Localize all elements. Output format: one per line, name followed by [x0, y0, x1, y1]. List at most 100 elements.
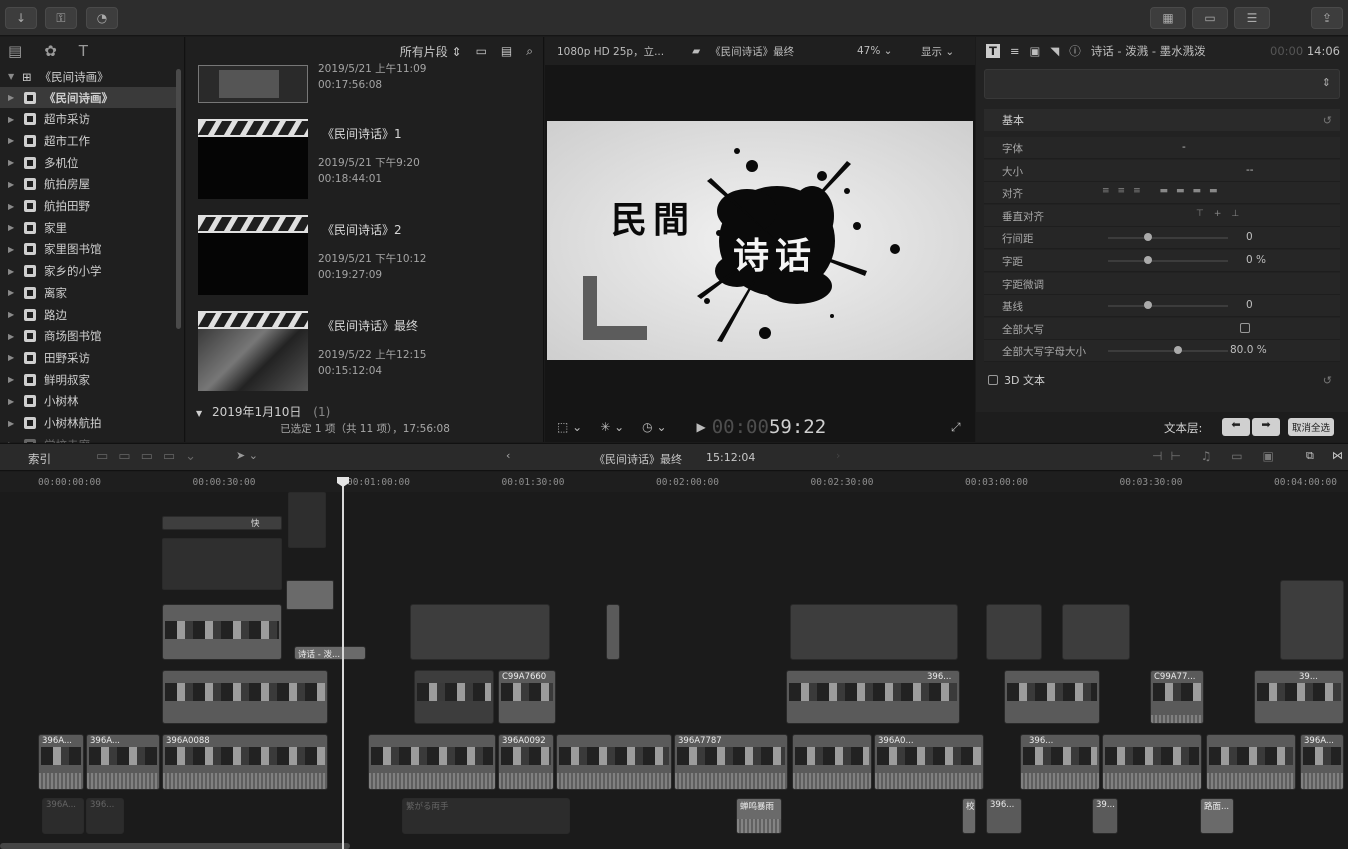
- clip-thumbnail[interactable]: [198, 233, 308, 295]
- back-arrow-icon[interactable]: ‹: [506, 449, 510, 462]
- effects-browser-icon[interactable]: ⋈: [1332, 449, 1343, 462]
- disclosure-icon[interactable]: ▶: [8, 93, 18, 102]
- inspector-param-row[interactable]: 全部大写字母大小 80.0 %: [984, 340, 1340, 363]
- disclosure-icon[interactable]: ▶: [8, 375, 18, 384]
- disclosure-icon[interactable]: ▶: [8, 310, 18, 319]
- audio-clip[interactable]: 39...: [1092, 798, 1118, 834]
- clip-title[interactable]: 《民间诗话》1: [322, 125, 402, 142]
- sidebar-event-item[interactable]: ▶ 路边: [0, 304, 178, 325]
- sidebar-event-item[interactable]: ▶ 家乡的小学: [0, 261, 178, 282]
- disclosure-icon[interactable]: ▶: [8, 245, 18, 254]
- param-slider[interactable]: [1108, 346, 1228, 355]
- disclosure-icon[interactable]: ▶: [8, 267, 18, 276]
- timeline-scrollbar[interactable]: [0, 843, 350, 849]
- sidebar-event-item[interactable]: ▶ 离家: [0, 282, 178, 303]
- titles-icon[interactable]: T: [79, 42, 88, 60]
- audio-clip[interactable]: 繁がる両手: [402, 798, 570, 834]
- video-frame[interactable]: 民間 诗话: [547, 121, 973, 360]
- background-tasks-button[interactable]: ◔: [86, 7, 118, 29]
- connected-clip[interactable]: [790, 604, 958, 660]
- audio-clip[interactable]: 396...: [86, 798, 124, 834]
- sidebar-event-item[interactable]: ▶ 航拍房屋: [0, 174, 178, 195]
- playhead[interactable]: [342, 477, 344, 849]
- retime-menu[interactable]: ◷ ⌄: [642, 420, 666, 434]
- param-slider[interactable]: [1108, 301, 1228, 310]
- connected-clip[interactable]: [986, 604, 1042, 660]
- enhance-menu[interactable]: ✳ ⌄: [600, 420, 624, 434]
- inspector-param-row[interactable]: 基线 0: [984, 295, 1340, 318]
- timeline-view-icons[interactable]: ⊣⊢ ♫ ▭ ▣: [1152, 449, 1282, 463]
- primary-clip[interactable]: 396A0088: [162, 734, 328, 790]
- sidebar-event-item[interactable]: ▶ 田野采访: [0, 347, 178, 368]
- disclosure-icon[interactable]: ▼: [8, 72, 18, 81]
- sidebar-event-item[interactable]: ▶ 超市工作: [0, 130, 178, 151]
- inspector-param-row[interactable]: 字距 0 %: [984, 250, 1340, 272]
- clip-thumbnail[interactable]: [198, 65, 308, 103]
- color-inspector-icon[interactable]: ◥: [1050, 44, 1059, 58]
- connected-clip[interactable]: C99A77...: [1150, 670, 1204, 724]
- view-menu[interactable]: 显示 ⌄: [921, 44, 954, 59]
- connected-clip[interactable]: [414, 670, 494, 724]
- sidebar-event-item[interactable]: ▶ 小树林航拍: [0, 413, 178, 434]
- connected-clip[interactable]: [1280, 580, 1344, 660]
- title-clip[interactable]: 诗话 - 泼...: [294, 646, 366, 660]
- connected-clip[interactable]: [1004, 670, 1100, 724]
- disclosure-icon[interactable]: ▶: [8, 419, 18, 428]
- sidebar-event-item[interactable]: ▶ 多机位: [0, 152, 178, 173]
- keyword-button[interactable]: ⚿: [45, 7, 77, 29]
- primary-clip[interactable]: [368, 734, 496, 790]
- prev-layer-button[interactable]: ⬅: [1222, 418, 1250, 436]
- next-layer-button[interactable]: ➡: [1252, 418, 1280, 436]
- inspector-param-row[interactable]: 字体 -: [984, 137, 1340, 159]
- primary-clip[interactable]: 396A0...: [874, 734, 984, 790]
- section-face[interactable]: [984, 399, 1340, 407]
- transform-menu[interactable]: ⬚ ⌄: [557, 420, 582, 434]
- inspector-param-row[interactable]: 垂直对齐 ⊤+⊥: [984, 204, 1340, 227]
- connected-clip[interactable]: 39...: [1254, 670, 1344, 724]
- connected-clip[interactable]: [286, 580, 334, 610]
- primary-clip[interactable]: 396A...: [38, 734, 84, 790]
- sidebar-event-item[interactable]: ▶ 家里: [0, 217, 178, 238]
- timecode-display[interactable]: 00:0059:22: [712, 416, 826, 438]
- param-value[interactable]: -: [1182, 141, 1186, 153]
- section-3d-text[interactable]: 3D 文本 ↺: [984, 369, 1340, 391]
- audio-clip[interactable]: 396A...: [42, 798, 84, 834]
- primary-clip[interactable]: 396A...: [1300, 734, 1344, 790]
- inspector-param-row[interactable]: 行间距 0: [984, 227, 1340, 250]
- timeline-ruler[interactable]: 00:00:00:00 00:00:30:00 00:01:00:00 00:01:3…: [0, 472, 1348, 492]
- text-style-preset-menu[interactable]: ⇕: [984, 69, 1340, 99]
- inspector-param-row[interactable]: 对齐 ≡≡≡ ▬▬▬▬: [984, 182, 1340, 205]
- section-basic[interactable]: 基本 ↺: [984, 109, 1340, 131]
- inspector-param-row[interactable]: 字距微调: [984, 272, 1340, 295]
- share-button[interactable]: ⇪: [1311, 7, 1343, 29]
- disclosure-icon[interactable]: ▶: [8, 136, 18, 145]
- audio-clip[interactable]: 396...: [986, 798, 1022, 834]
- clip-thumbnail[interactable]: [198, 329, 308, 391]
- clip-appearance-icon[interactable]: ⧉: [1306, 449, 1314, 463]
- primary-clip[interactable]: [1206, 734, 1296, 790]
- clip-filter[interactable]: 所有片段 ⇕: [400, 43, 462, 60]
- browser-toggle-button[interactable]: ▦: [1150, 7, 1186, 29]
- library-icon[interactable]: ▤: [8, 42, 22, 60]
- index-button[interactable]: 索引: [28, 451, 51, 467]
- param-value[interactable]: 0 %: [1246, 254, 1266, 266]
- import-button[interactable]: ↓: [5, 7, 37, 29]
- audio-clip[interactable]: 蝉鸣暴雨: [736, 798, 782, 834]
- disclosure-icon[interactable]: ▶: [8, 288, 18, 297]
- connected-clip[interactable]: [162, 670, 328, 724]
- clip-title[interactable]: 《民间诗话》2: [322, 221, 402, 238]
- disclosure-icon[interactable]: ▶: [8, 202, 18, 211]
- param-value[interactable]: --: [1246, 164, 1254, 176]
- sidebar-event-item[interactable]: ▶ 商场图书馆: [0, 326, 178, 347]
- filmstrip-icon[interactable]: ▭: [476, 44, 487, 58]
- search-icon[interactable]: ⌕: [526, 44, 533, 59]
- param-slider[interactable]: [1108, 233, 1228, 242]
- param-value[interactable]: 0: [1246, 299, 1253, 311]
- timeline-tracks[interactable]: 快 诗话 - 泼... C99A7660 396... C99A77... 39…: [0, 492, 1348, 849]
- sidebar-event-item[interactable]: ▶ 小树林: [0, 391, 178, 412]
- connected-clip[interactable]: 396...: [786, 670, 960, 724]
- disclosure-icon[interactable]: ▶: [8, 353, 18, 362]
- title-inspector-icon[interactable]: ≡: [1010, 44, 1020, 58]
- connected-clip-group[interactable]: [162, 538, 282, 590]
- sidebar-event-item[interactable]: ▶ 《民间诗画》: [0, 87, 178, 108]
